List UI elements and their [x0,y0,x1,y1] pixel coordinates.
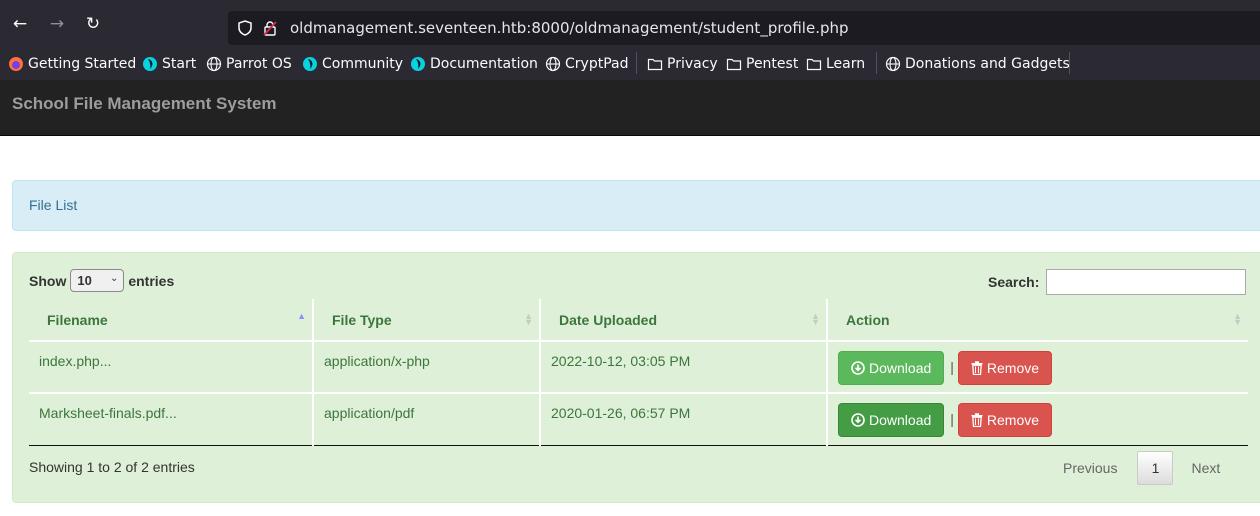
browser-toolbar: ← → ↻ oldmanagement.seventeen.htb:8000/o… [0,0,1260,46]
bookmark-label: Pentest [746,56,799,72]
next-page-button[interactable]: Next [1191,460,1220,476]
cell-filetype: application/x-php [312,340,540,393]
parrot-icon [143,57,157,71]
bookmark-donations[interactable]: Donations and Gadgets [885,55,1070,73]
bookmark-label: Getting Started [28,56,137,72]
action-separator: | [950,411,954,427]
bookmark-label: Start [162,56,197,72]
reload-icon[interactable]: ↻ [83,14,103,34]
search-input[interactable] [1046,269,1247,295]
insecure-lock-icon[interactable] [263,20,277,36]
bookmark-label: Donations and Gadgets [905,56,1070,72]
file-table: Filename ▲ File Type ▲ ▼ Date Uploaded ▲ ▼… [29,299,1248,446]
bookmark-separator [876,52,877,74]
cell-action: Download | Remove [826,340,1248,393]
forward-arrow-icon[interactable]: → [47,14,67,34]
bookmark-folder-privacy[interactable]: Privacy [647,55,718,73]
table-row: index.php... application/x-php 2022-10-1… [29,340,1248,393]
panel-title: File List [29,197,78,213]
download-button[interactable]: Download [838,403,945,437]
bookmark-folder-learn[interactable]: Learn [806,55,865,73]
pagination: Previous 1 Next [1063,451,1220,485]
file-list-panel: Show 10 ⌄ entries Search: Filename ▲ Fil… [12,252,1260,503]
folder-icon [806,58,822,71]
bookmark-label: CryptPad [565,56,629,72]
bookmark-documentation[interactable]: Documentation [410,55,538,73]
download-button[interactable]: Download [838,351,945,385]
cell-date: 2020-01-26, 06:57 PM [539,392,827,446]
sort-icon: ▲ ▼ [811,311,820,327]
cell-filename: Marksheet-finals.pdf... [29,392,313,446]
globe-icon [545,56,561,72]
app-brand[interactable]: School File Management System [12,94,277,114]
column-header-filename[interactable]: Filename ▲ [29,299,313,342]
column-header-label: Date Uploaded [559,311,658,328]
table-row: Marksheet-finals.pdf... application/pdf … [29,392,1248,446]
bookmark-community[interactable]: Community [302,55,403,73]
search-control: Search: [988,269,1247,295]
table-header-row: Filename ▲ File Type ▲ ▼ Date Uploaded ▲ ▼… [29,299,1248,342]
trash-icon [971,413,983,427]
download-label: Download [869,360,932,376]
length-control: Show 10 ⌄ entries [29,269,174,292]
chevron-down-icon: ⌄ [109,273,119,284]
bookmark-label: Community [322,56,404,72]
folder-icon [726,58,742,71]
globe-icon [206,56,222,72]
column-header-filetype[interactable]: File Type ▲ ▼ [312,299,540,342]
cell-filename: index.php... [29,340,313,393]
show-label: Show [29,272,67,289]
bookmark-label: Privacy [667,56,718,72]
column-header-label: File Type [332,311,392,328]
bookmark-label: Documentation [430,56,538,72]
trash-icon [971,361,983,375]
app-navbar: School File Management System [0,80,1260,136]
bookmark-folder-pentest[interactable]: Pentest [726,55,798,73]
column-header-label: Action [846,311,890,328]
search-label: Search: [988,274,1040,290]
bookmark-separator [1069,52,1070,74]
sort-icon: ▲ ▼ [1233,311,1242,327]
globe-icon [885,56,901,72]
sort-asc-icon: ▲ [297,311,306,321]
table-info: Showing 1 to 2 of 2 entries [29,459,195,475]
cell-date: 2022-10-12, 03:05 PM [539,340,827,393]
shield-icon[interactable] [237,20,253,36]
download-label: Download [869,412,932,428]
entries-select[interactable]: 10 ⌄ [70,269,125,292]
remove-label: Remove [986,360,1040,376]
previous-page-button[interactable]: Previous [1063,460,1117,476]
remove-button[interactable]: Remove [957,351,1053,385]
bookmark-start[interactable]: Start [142,55,196,73]
bookmark-parrot-os[interactable]: Parrot OS [206,55,292,73]
panel-heading: File List [12,180,1260,231]
bookmark-separator [636,52,637,74]
bookmark-cryptpad[interactable]: CryptPad [545,55,628,73]
column-header-label: Filename [47,311,108,328]
column-header-date[interactable]: Date Uploaded ▲ ▼ [539,299,827,342]
folder-icon [647,58,663,71]
back-arrow-icon[interactable]: ← [10,14,30,34]
entries-select-value: 10 [77,273,92,288]
bookmark-label: Learn [826,56,866,72]
column-header-action[interactable]: Action ▲ ▼ [826,299,1248,342]
url-text[interactable]: oldmanagement.seventeen.htb:8000/oldmana… [290,19,849,37]
firefox-icon [9,57,23,71]
remove-label: Remove [986,412,1040,428]
bookmarks-bar: Getting Started Start Parrot OS Communit… [0,46,1260,80]
page-1-button[interactable]: 1 [1137,451,1174,485]
parrot-icon [411,57,425,71]
sort-icon: ▲ ▼ [524,311,533,327]
cell-filetype: application/pdf [312,392,540,446]
bookmark-label: Parrot OS [226,56,292,72]
action-separator: | [950,359,954,375]
download-circle-icon [851,413,865,427]
download-circle-icon [851,361,865,375]
url-bar[interactable]: oldmanagement.seventeen.htb:8000/oldmana… [228,11,1260,45]
remove-button[interactable]: Remove [957,403,1053,437]
entries-label: entries [128,272,175,289]
cell-action: Download | Remove [826,392,1248,446]
parrot-icon [303,57,317,71]
bookmark-getting-started[interactable]: Getting Started [8,55,136,73]
